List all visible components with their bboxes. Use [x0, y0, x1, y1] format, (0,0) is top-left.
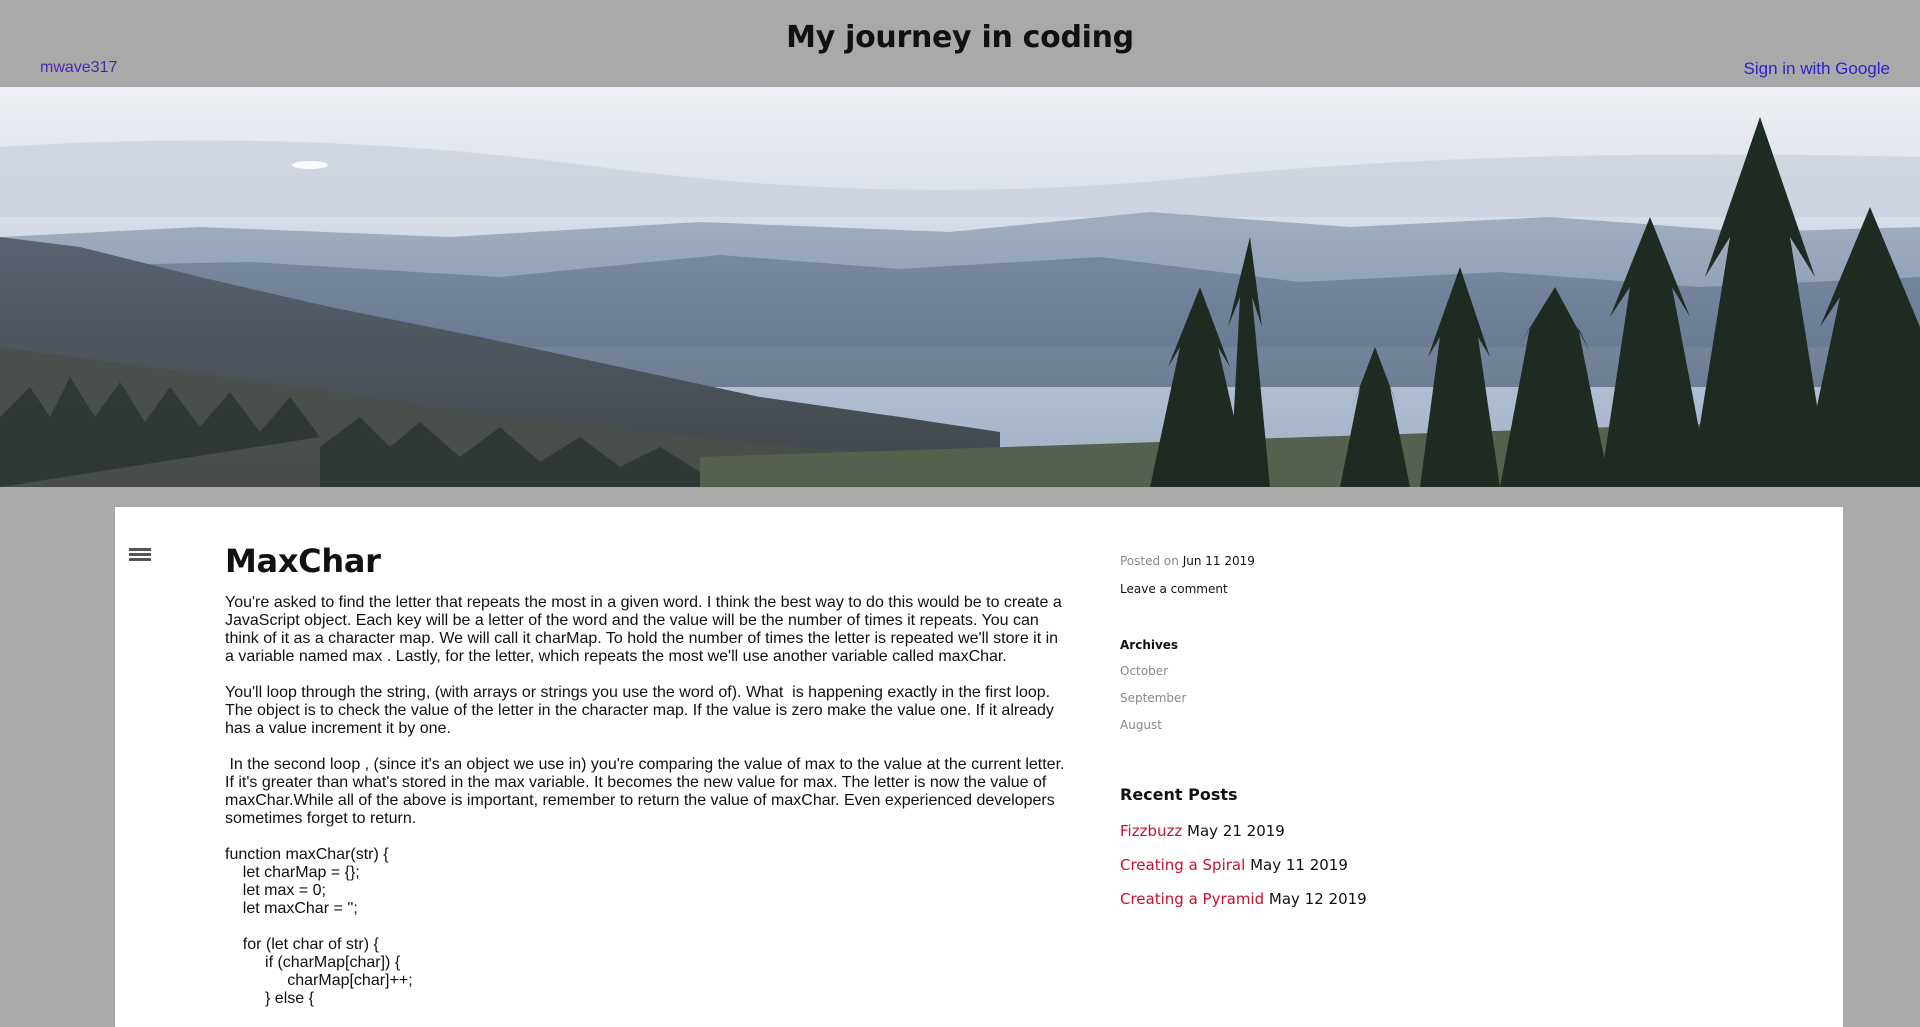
archives-title: Archives: [1120, 638, 1179, 652]
mountain-landscape-image: [0, 87, 1920, 487]
archive-link-august[interactable]: August: [1120, 718, 1162, 732]
archive-link-october[interactable]: October: [1120, 664, 1168, 678]
hamburger-menu-icon[interactable]: [129, 548, 151, 566]
user-link[interactable]: mwave317: [40, 59, 117, 77]
archive-link-september[interactable]: September: [1120, 691, 1186, 705]
archives-list: October September August: [1120, 664, 1720, 745]
post-paragraph-2: You'll loop through the string, (with ar…: [225, 684, 1059, 737]
recent-posts-list: Fizzbuzz May 21 2019 Creating a Spiral M…: [1120, 822, 1720, 924]
menu-bar-top: [129, 548, 151, 551]
post-card: MaxChar You're asked to find the letter …: [115, 507, 1843, 1027]
recent-post-date: May 11 2019: [1250, 856, 1348, 874]
recent-posts-title: Recent Posts: [1120, 785, 1238, 804]
sign-in-with-google-link[interactable]: Sign in with Google: [1744, 59, 1890, 79]
post-article: MaxChar You're asked to find the letter …: [225, 542, 1065, 1008]
menu-bar-bottom: [129, 558, 151, 561]
menu-bar-middle: [129, 553, 151, 556]
code-snippet: function maxChar(str) { let charMap = {}…: [225, 846, 413, 1007]
recent-post-link[interactable]: Creating a Pyramid: [1120, 890, 1264, 908]
leave-comment-link[interactable]: Leave a comment: [1120, 582, 1720, 596]
recent-post-date: May 21 2019: [1187, 822, 1285, 840]
post-meta: Posted on Jun 11 2019: [1120, 554, 1720, 568]
archive-item: October: [1120, 664, 1720, 691]
header-banner-image: [0, 87, 1920, 487]
post-paragraph-3: In the second loop , (since it's an obje…: [225, 756, 1069, 827]
site-header: My journey in coding mwave317 Sign in wi…: [0, 0, 1920, 87]
recent-post-item: Creating a Pyramid May 12 2019: [1120, 890, 1720, 924]
sidebar: Posted on Jun 11 2019 Leave a comment Ar…: [1120, 554, 1720, 924]
posted-on-label: Posted on: [1120, 554, 1179, 568]
post-title: MaxChar: [225, 542, 381, 580]
recent-post-item: Fizzbuzz May 21 2019: [1120, 822, 1720, 856]
recent-post-item: Creating a Spiral May 11 2019: [1120, 856, 1720, 890]
recent-post-link[interactable]: Creating a Spiral: [1120, 856, 1245, 874]
archive-item: August: [1120, 718, 1720, 745]
posted-date[interactable]: Jun 11 2019: [1183, 554, 1255, 568]
recent-post-link[interactable]: Fizzbuzz: [1120, 822, 1182, 840]
post-paragraph-1: You're asked to find the letter that rep…: [225, 594, 1067, 665]
recent-post-date: May 12 2019: [1268, 890, 1367, 908]
archive-item: September: [1120, 691, 1720, 718]
site-title: My journey in coding: [786, 20, 1134, 55]
